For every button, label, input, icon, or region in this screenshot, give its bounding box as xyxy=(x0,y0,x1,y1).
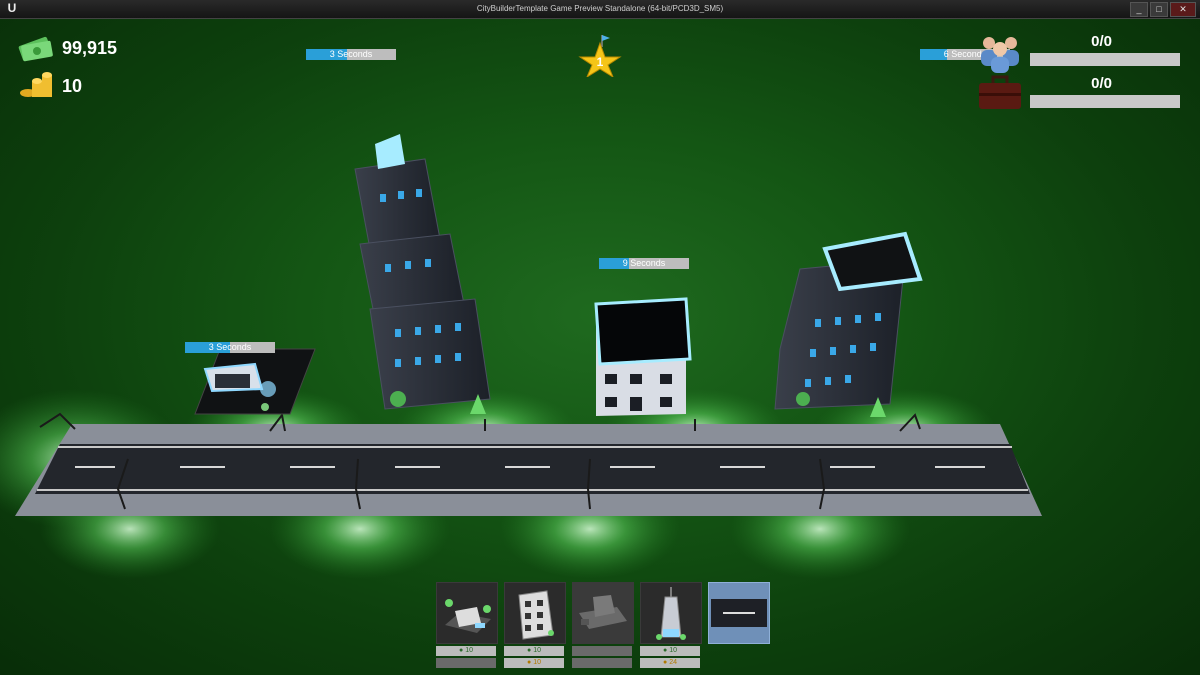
road-asphalt xyxy=(35,444,1030,494)
apartment-building xyxy=(594,297,692,416)
build-item-house[interactable]: ● 10 xyxy=(436,582,498,668)
timer-label: 3 Seconds xyxy=(329,49,373,59)
money-display: 99,915 xyxy=(18,33,117,63)
window-title: CityBuilderTemplate Game Preview Standal… xyxy=(476,4,724,13)
jobs-bar xyxy=(1030,95,1180,108)
cost-secondary xyxy=(436,658,496,668)
office-thumbnail[interactable] xyxy=(572,582,634,644)
gold-value: 10 xyxy=(62,75,83,96)
level-star: 1 xyxy=(578,33,622,82)
population-value: 0/0 xyxy=(1091,33,1112,50)
gold-coins-icon xyxy=(20,72,52,97)
close-button[interactable]: ✕ xyxy=(1170,2,1196,17)
build-item-skyscraper[interactable]: ● 10 ● 24 xyxy=(640,582,702,668)
window-titlebar: U CityBuilderTemplate Game Preview Stand… xyxy=(0,0,1200,19)
build-timer: 9 Seconds xyxy=(599,258,689,269)
maximize-button[interactable]: □ xyxy=(1150,2,1168,17)
build-item-road[interactable] xyxy=(708,582,770,668)
cash-icon xyxy=(18,36,53,62)
unreal-logo-icon: U xyxy=(7,1,17,15)
timer-label: 9 Seconds xyxy=(622,258,666,268)
population-icon xyxy=(981,37,1019,73)
gold-display: 10 xyxy=(18,71,82,101)
cost-primary: ● 10 xyxy=(436,646,496,656)
cost-secondary: ● 24 xyxy=(640,658,700,668)
city-scene xyxy=(0,134,1042,579)
minimize-button[interactable]: _ xyxy=(1130,2,1148,17)
skyscraper-thumbnail[interactable] xyxy=(640,582,702,644)
money-value: 99,915 xyxy=(62,37,118,58)
road-thumbnail[interactable] xyxy=(708,582,770,644)
jobs-stat: 0/0 xyxy=(975,75,1190,115)
briefcase-icon xyxy=(979,75,1021,109)
population-bar xyxy=(1030,53,1180,66)
game-viewport[interactable]: 99,915 10 3 Seconds 6 Seconds 9 Seconds … xyxy=(0,19,1200,675)
build-item-apartment[interactable]: ● 10 ● 10 xyxy=(504,582,566,668)
cost-primary: ● 10 xyxy=(640,646,700,656)
house-thumbnail[interactable] xyxy=(436,582,498,644)
cost-secondary xyxy=(572,658,632,668)
cost-primary: ● 10 xyxy=(504,646,564,656)
build-menu: ● 10 ● 10 ● 10 ● 10 ● 24 xyxy=(436,582,770,668)
population-stat: 0/0 xyxy=(975,33,1190,73)
cost-secondary: ● 10 xyxy=(504,658,564,668)
star-icon: 1 xyxy=(578,35,622,79)
jobs-value: 0/0 xyxy=(1091,75,1112,92)
timer-label: 3 Seconds xyxy=(208,342,252,352)
level-number: 1 xyxy=(597,55,604,69)
cost-primary xyxy=(572,646,632,656)
apartment-thumbnail[interactable] xyxy=(504,582,566,644)
build-item-office[interactable] xyxy=(572,582,634,668)
build-timer: 3 Seconds xyxy=(306,49,396,60)
skyscraper-left xyxy=(354,134,491,414)
build-timer: 3 Seconds xyxy=(185,342,275,353)
